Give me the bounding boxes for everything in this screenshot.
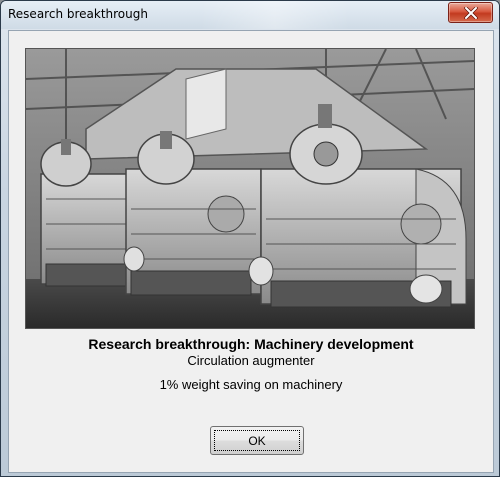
ok-button[interactable]: OK <box>210 426 304 455</box>
breakthrough-headline: Research breakthrough: Machinery develop… <box>88 336 414 352</box>
breakthrough-effect: 1% weight saving on machinery <box>159 377 343 392</box>
window-title: Research breakthrough <box>8 7 148 21</box>
close-button[interactable] <box>448 2 493 23</box>
title-bar[interactable]: Research breakthrough <box>1 1 499 29</box>
breakthrough-subtitle: Circulation augmenter <box>187 353 315 368</box>
research-photo <box>25 48 475 329</box>
ok-button-label: OK <box>248 433 266 448</box>
dialog-content: Research breakthrough: Machinery develop… <box>8 30 494 473</box>
dialog-window: Research breakthrough Research breakthro… <box>0 0 500 477</box>
close-icon <box>449 3 492 22</box>
